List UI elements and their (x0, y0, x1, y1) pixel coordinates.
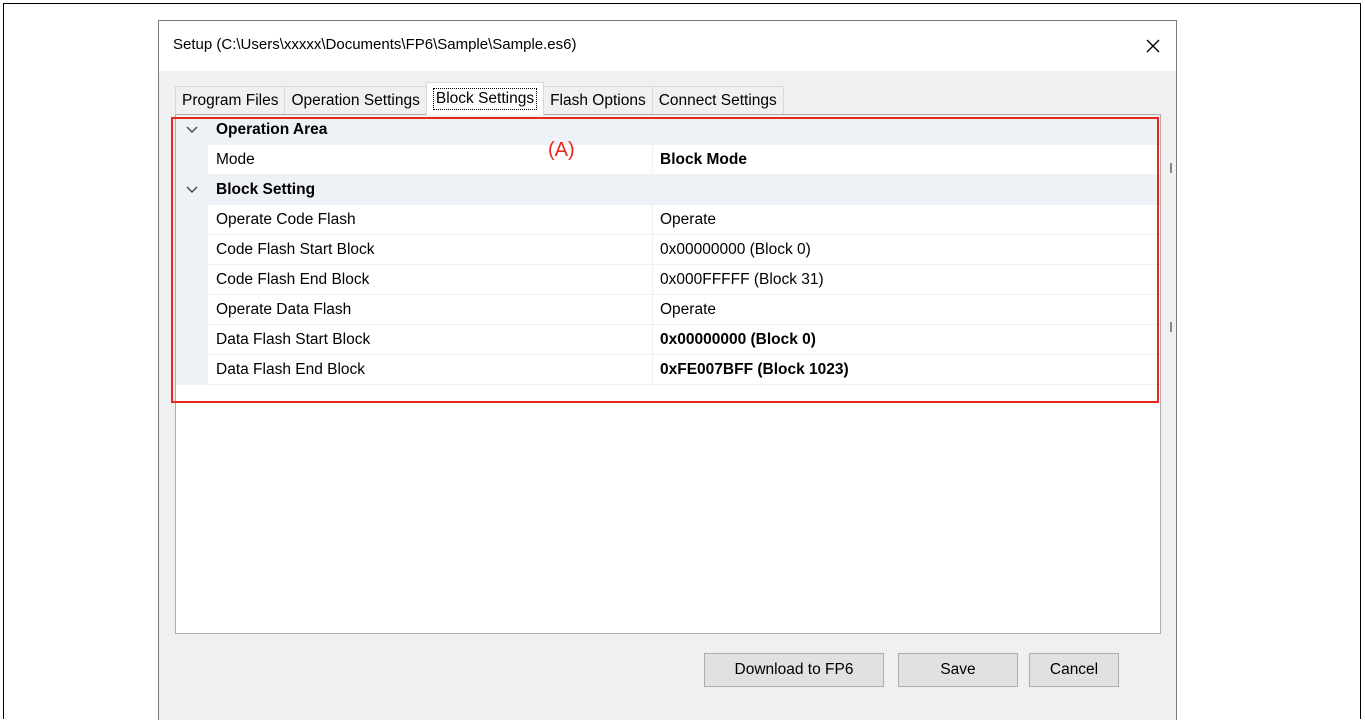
property-name: Code Flash End Block (216, 270, 370, 288)
property-row-code-flash-end-block[interactable]: Code Flash End Block 0x000FFFFF (Block 3… (176, 265, 1160, 295)
tab-connect-settings[interactable]: Connect Settings (651, 86, 784, 115)
tab-operation-settings[interactable]: Operation Settings (284, 86, 427, 115)
row-gutter (176, 265, 208, 295)
title-bar: Setup (C:\Users\xxxxx\Documents\FP6\Samp… (159, 21, 1176, 71)
edge-mark (1170, 322, 1172, 332)
cancel-button[interactable]: Cancel (1029, 653, 1119, 687)
category-block-setting[interactable]: Block Setting (176, 175, 1160, 205)
row-gutter (176, 295, 208, 325)
property-name: Data Flash End Block (216, 360, 366, 378)
annotation-label: (A) (548, 139, 575, 161)
tab-flash-options[interactable]: Flash Options (543, 86, 653, 115)
row-gutter (176, 205, 208, 235)
edge-mark (1170, 163, 1172, 173)
property-value[interactable]: 0x00000000 (Block 0) (660, 331, 816, 349)
row-gutter (176, 355, 208, 385)
row-gutter (176, 145, 208, 175)
row-gutter (176, 325, 208, 355)
download-to-fp6-button[interactable]: Download to FP6 (704, 653, 884, 687)
block-settings-panel: Operation Area Mode Block Mode Block Set… (175, 114, 1161, 634)
close-icon (1146, 39, 1160, 53)
property-row-operate-data-flash[interactable]: Operate Data Flash Operate (176, 295, 1160, 325)
save-button[interactable]: Save (898, 653, 1018, 687)
property-name: Mode (216, 150, 255, 168)
column-divider (652, 145, 653, 175)
category-label: Block Setting (216, 181, 316, 198)
chevron-down-icon[interactable] (183, 175, 201, 205)
property-row-data-flash-start-block[interactable]: Data Flash Start Block 0x00000000 (Block… (176, 325, 1160, 355)
column-divider (652, 265, 653, 295)
property-value[interactable]: Operate (660, 211, 716, 229)
property-value[interactable]: 0x00000000 (Block 0) (660, 241, 811, 259)
column-divider (652, 205, 653, 235)
tab-program-files[interactable]: Program Files (175, 86, 286, 115)
column-divider (652, 355, 653, 385)
setup-dialog: Setup (C:\Users\xxxxx\Documents\FP6\Samp… (158, 20, 1177, 720)
category-label: Operation Area (216, 121, 328, 138)
property-value[interactable]: Block Mode (660, 151, 747, 169)
row-gutter (176, 235, 208, 265)
property-name: Data Flash Start Block (216, 330, 371, 348)
property-name: Code Flash Start Block (216, 240, 375, 258)
chevron-down-icon[interactable] (183, 115, 201, 145)
property-row-code-flash-start-block[interactable]: Code Flash Start Block 0x00000000 (Block… (176, 235, 1160, 265)
close-button[interactable] (1130, 21, 1176, 71)
property-value[interactable]: Operate (660, 301, 716, 319)
column-divider (652, 295, 653, 325)
property-value[interactable]: 0xFE007BFF (Block 1023) (660, 361, 849, 379)
property-row-operate-code-flash[interactable]: Operate Code Flash Operate (176, 205, 1160, 235)
column-divider (652, 325, 653, 355)
tab-block-settings[interactable]: Block Settings (425, 82, 545, 115)
property-row-mode[interactable]: Mode Block Mode (176, 145, 1160, 175)
property-value[interactable]: 0x000FFFFF (Block 31) (660, 271, 824, 289)
window-title: Setup (C:\Users\xxxxx\Documents\FP6\Samp… (173, 36, 577, 53)
property-grid: Operation Area Mode Block Mode Block Set… (176, 115, 1160, 385)
property-name: Operate Code Flash (216, 210, 356, 228)
category-operation-area[interactable]: Operation Area (176, 115, 1160, 145)
property-row-data-flash-end-block[interactable]: Data Flash End Block 0xFE007BFF (Block 1… (176, 355, 1160, 385)
property-name: Operate Data Flash (216, 300, 352, 318)
column-divider (652, 235, 653, 265)
tab-strip: Program Files Operation Settings Block S… (175, 82, 784, 115)
